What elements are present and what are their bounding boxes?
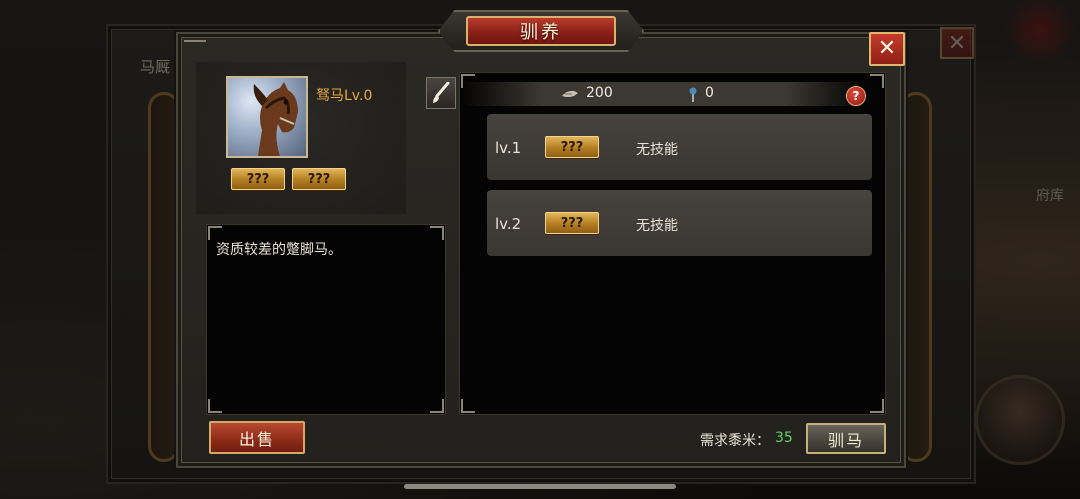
skill-level-1: lv.1	[495, 139, 522, 157]
corner-ornament	[208, 399, 222, 413]
sell-button[interactable]: 出售	[209, 421, 305, 454]
close-button[interactable]: ✕	[869, 32, 905, 66]
horse-portrait[interactable]	[226, 76, 308, 158]
requirement-label: 需求黍米：	[700, 433, 770, 449]
horse-description: 资质较差的蹩脚马。	[216, 242, 342, 258]
horse-name: 驽马Lv.0	[316, 88, 373, 104]
brush-icon	[433, 82, 450, 103]
skill-tag-button-1[interactable]: ???	[545, 136, 599, 158]
grain-icon	[562, 90, 578, 97]
skill-name-2: 无技能	[636, 218, 678, 234]
close-icon: ✕	[877, 36, 897, 61]
horse-icon	[253, 82, 298, 156]
question-icon: ?	[852, 89, 860, 103]
train-horse-button[interactable]: 驯马	[806, 423, 886, 454]
skill-level-2: lv.2	[495, 215, 522, 233]
horse-tag-button-2[interactable]: ???	[292, 168, 346, 190]
requirement-value: 35	[775, 430, 793, 446]
whistle-icon	[689, 87, 697, 102]
dialog-title: 驯养	[466, 16, 616, 46]
corner-ornament	[870, 399, 884, 413]
grain-count: 200	[586, 85, 613, 101]
corner-ornament	[430, 399, 444, 413]
skill-name-1: 无技能	[636, 142, 678, 158]
resource-bar	[462, 82, 866, 106]
corner-ornament	[461, 399, 475, 413]
skill-tag-button-2[interactable]: ???	[545, 212, 599, 234]
whistle-count: 0	[705, 85, 714, 101]
corner-ornament	[208, 226, 222, 240]
home-indicator[interactable]	[404, 484, 676, 489]
help-button[interactable]: ?	[846, 86, 866, 106]
corner-ornament	[870, 74, 884, 88]
dialog-corner-ornament	[184, 40, 206, 54]
rename-button[interactable]	[426, 77, 456, 109]
corner-ornament	[430, 226, 444, 240]
horse-tag-button-1[interactable]: ???	[231, 168, 285, 190]
